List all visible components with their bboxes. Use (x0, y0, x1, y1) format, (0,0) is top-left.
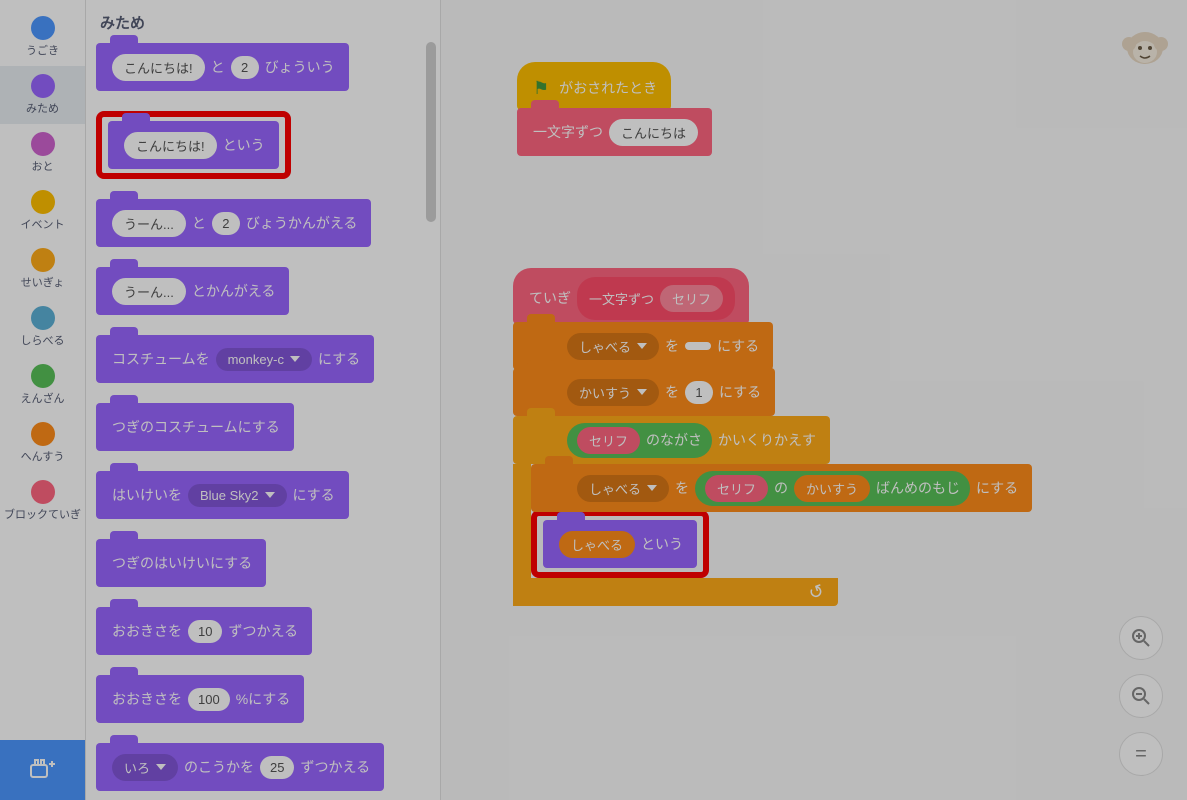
block-set-talk-concat[interactable]: しゃべる を セリフ の かいすう ばんめのもじ にする (531, 464, 1032, 512)
loop-arrow-icon: ↻ (806, 580, 827, 605)
switch-costume-dropdown[interactable]: monkey-c (216, 348, 312, 371)
palette-heading: みため (100, 12, 430, 33)
repeat-count-expr[interactable]: セリフ のながさ (567, 423, 712, 458)
category-variables[interactable]: へんすう (0, 414, 85, 472)
highlight-say-block: こんにちは! という (96, 111, 291, 179)
category-operators-label: えんざん (21, 390, 65, 406)
category-motion[interactable]: うごき (0, 8, 85, 66)
category-variables-label: へんすう (21, 448, 65, 464)
block-switch-backdrop[interactable]: はいけいを Blue Sky2 にする (96, 471, 349, 519)
think-arg[interactable]: うーん... (112, 278, 186, 305)
category-sensing[interactable]: しらべる (0, 298, 85, 356)
category-operators[interactable]: えんざん (0, 356, 85, 414)
chevron-down-icon (156, 764, 166, 770)
set-count-val[interactable]: 1 (685, 381, 713, 404)
chevron-down-icon (647, 485, 657, 491)
block-switch-costume[interactable]: コスチュームを monkey-c にする (96, 335, 374, 383)
set-talk-var[interactable]: しゃべる (567, 333, 659, 360)
set-count-var[interactable]: かいすう (567, 379, 659, 406)
category-control-label: せいぎょ (21, 274, 64, 290)
category-myblocks-label: ブロックていぎ (4, 506, 81, 522)
category-control[interactable]: せいぎょ (0, 240, 85, 298)
script-define-onechar[interactable]: ていぎ 一文字ずつ セリフ しゃべる を にする かいすう を 1 にする セリ… (513, 268, 1187, 606)
zoom-reset-button[interactable]: = (1119, 732, 1163, 776)
chevron-down-icon (637, 389, 647, 395)
letter-of-expr[interactable]: セリフ の かいすう ばんめのもじ (695, 471, 970, 506)
zoom-reset-label: = (1135, 743, 1147, 766)
block-change-effect[interactable]: いろ のこうかを 25 ずつかえる (96, 743, 384, 791)
define-param: セリフ (660, 285, 723, 312)
chevron-down-icon (290, 356, 300, 362)
change-effect-dropdown[interactable]: いろ (112, 754, 178, 781)
block-set-size[interactable]: おおきさを 100 %にする (96, 675, 304, 723)
chevron-down-icon (265, 492, 275, 498)
block-think-for-secs[interactable]: うーん... と 2 びょうかんがえる (96, 199, 371, 247)
category-motion-label: うごき (26, 42, 59, 58)
block-call-onechar[interactable]: 一文字ずつ こんにちは (517, 108, 712, 156)
set-talk-val[interactable] (685, 342, 711, 350)
category-events[interactable]: イベント (0, 182, 85, 240)
category-sidebar: うごき みため おと イベント せいぎょ しらべる えんざん へんすう ブロック… (0, 0, 86, 800)
zoom-in-icon (1131, 628, 1151, 648)
palette-scrollbar[interactable] (426, 42, 436, 222)
say-for-arg[interactable]: こんにちは! (112, 54, 205, 81)
block-think[interactable]: うーん... とかんがえる (96, 267, 289, 315)
block-palette: みため こんにちは! と 2 びょういう こんにちは! という うーん... と… (86, 0, 441, 800)
set-talk2-var[interactable]: しゃべる (577, 475, 669, 502)
highlight-say-var-block: しゃべる という (531, 510, 709, 578)
zoom-out-icon (1131, 686, 1151, 706)
block-change-size[interactable]: おおきさを 10 ずつかえる (96, 607, 312, 655)
block-repeat[interactable]: セリフ のながさ かいくりかえす しゃべる を セリフ の かいすう ばんめのも… (513, 416, 1187, 606)
category-looks-label: みため (26, 100, 59, 116)
change-effect-num[interactable]: 25 (260, 756, 294, 779)
block-say-variable[interactable]: しゃべる という (543, 520, 697, 568)
category-myblocks[interactable]: ブロックていぎ (0, 472, 85, 530)
green-flag-icon: ⚑ (533, 78, 549, 99)
category-sound-label: おと (32, 158, 54, 174)
category-events-label: イベント (21, 216, 65, 232)
chevron-down-icon (637, 343, 647, 349)
category-looks[interactable]: みため (0, 66, 85, 124)
category-sensing-label: しらべる (21, 332, 65, 348)
call-onechar-arg[interactable]: こんにちは (609, 119, 698, 146)
block-say-for-secs[interactable]: こんにちは! と 2 びょういう (96, 43, 349, 91)
think-for-arg[interactable]: うーん... (112, 210, 186, 237)
extension-icon (30, 759, 56, 781)
add-extension-button[interactable] (0, 740, 85, 800)
set-size-num[interactable]: 100 (188, 688, 230, 711)
block-next-backdrop[interactable]: つぎのはいけいにする (96, 539, 266, 587)
say-for-num[interactable]: 2 (231, 56, 259, 79)
block-say[interactable]: こんにちは! という (108, 121, 279, 169)
repeat-foot[interactable]: ↻ (513, 578, 838, 606)
block-next-costume[interactable]: つぎのコスチュームにする (96, 403, 294, 451)
change-size-num[interactable]: 10 (188, 620, 222, 643)
say-arg[interactable]: こんにちは! (124, 132, 217, 159)
category-sound[interactable]: おと (0, 124, 85, 182)
think-for-num[interactable]: 2 (212, 212, 240, 235)
switch-backdrop-dropdown[interactable]: Blue Sky2 (188, 484, 287, 507)
sprite-watermark-icon (1121, 22, 1169, 78)
zoom-controls: = (1119, 616, 1163, 776)
zoom-in-button[interactable] (1119, 616, 1163, 660)
script-when-flag[interactable]: ⚑ がおされたとき 一文字ずつ こんにちは (517, 62, 712, 156)
zoom-out-button[interactable] (1119, 674, 1163, 718)
say-var-reporter[interactable]: しゃべる (559, 531, 635, 558)
workspace[interactable]: ⚑ がおされたとき 一文字ずつ こんにちは ていぎ 一文字ずつ セリフ しゃべる… (441, 0, 1187, 800)
